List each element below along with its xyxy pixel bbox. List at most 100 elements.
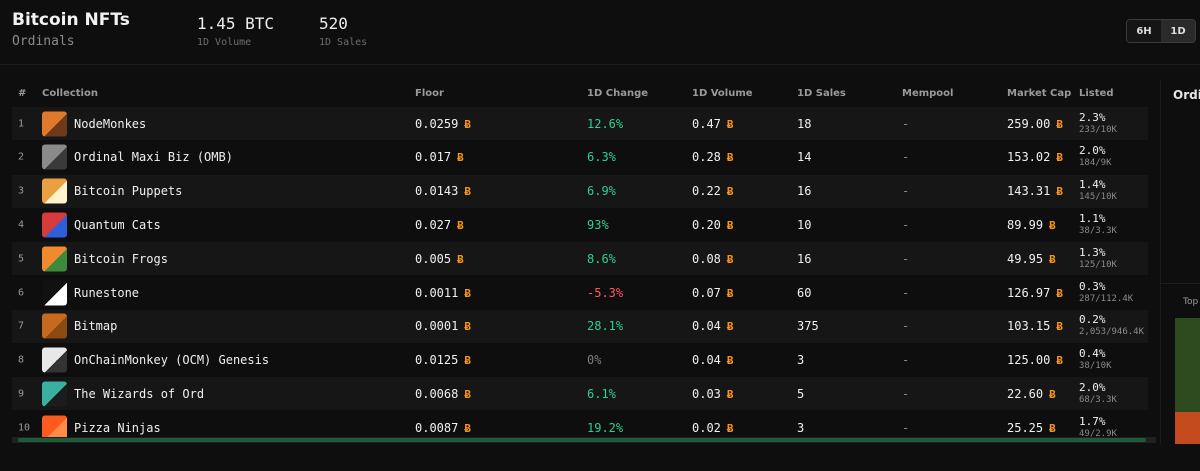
- mcap-value: 153.02: [1007, 150, 1051, 165]
- floor-value: 0.027: [415, 217, 452, 232]
- col-market-cap[interactable]: Market Cap: [1007, 88, 1071, 99]
- floor-cell: 0.005 Ƀ: [415, 252, 464, 266]
- btc-icon: Ƀ: [464, 185, 471, 199]
- btc-icon: Ƀ: [457, 218, 464, 232]
- horizontal-scrollbar-thumb[interactable]: [18, 438, 1146, 442]
- btc-icon: Ƀ: [1056, 151, 1063, 165]
- floor-value: 0.0125: [415, 353, 459, 368]
- col-1d-change[interactable]: 1D Change: [587, 88, 648, 99]
- volume-cell: 0.47 Ƀ: [692, 117, 734, 131]
- collection-thumbnail[interactable]: [42, 144, 67, 170]
- collection-name[interactable]: Pizza Ninjas: [74, 421, 161, 435]
- btc-icon: Ƀ: [1049, 218, 1056, 232]
- mempool-value: -: [902, 420, 910, 435]
- volume-stat-label: 1D Volume: [197, 37, 252, 48]
- time-range-toggle: 6H 1D: [1126, 19, 1196, 43]
- col-1d-sales[interactable]: 1D Sales: [797, 88, 846, 99]
- collection-name[interactable]: Runestone: [74, 286, 139, 300]
- collection-thumbnail[interactable]: [42, 246, 67, 272]
- volume-value: 0.04: [692, 353, 721, 368]
- floor-cell: 0.027 Ƀ: [415, 218, 464, 232]
- table-row[interactable]: 3 Bitcoin Puppets 0.0143 Ƀ 6.9% 0.22 Ƀ 16 - 143.3…: [12, 174, 1148, 208]
- listed-cell: 1.3% 125/10K: [1079, 246, 1117, 271]
- collection-thumbnail[interactable]: [42, 347, 67, 373]
- collection-name[interactable]: NodeMonkes: [74, 117, 146, 131]
- table-row[interactable]: 1 NodeMonkes 0.0259 Ƀ 12.6% 0.47 Ƀ 18 - 259.00 Ƀ 2.…: [12, 107, 1148, 140]
- volume-cell: 0.03 Ƀ: [692, 387, 734, 401]
- collection-thumbnail[interactable]: [42, 212, 67, 238]
- table-row[interactable]: 5 Bitcoin Frogs 0.005 Ƀ 8.6% 0.08 Ƀ 16 - 49.95 Ƀ 1.…: [12, 242, 1148, 276]
- col-1d-volume[interactable]: 1D Volume: [692, 88, 753, 99]
- col-floor[interactable]: Floor: [415, 88, 444, 99]
- btc-icon: Ƀ: [464, 320, 471, 334]
- col-listed[interactable]: Listed: [1079, 88, 1113, 99]
- floor-value: 0.0087: [415, 420, 459, 435]
- volume-value: 0.20: [692, 217, 721, 232]
- collection-name[interactable]: Bitmap: [74, 319, 117, 333]
- table-row[interactable]: 2 Ordinal Maxi Biz (OMB) 0.017 Ƀ 6.3% 0.28 Ƀ 14…: [12, 141, 1148, 174]
- row-rank: 2: [18, 151, 25, 163]
- table-row[interactable]: 8 OnChainMonkey (OCM) Genesis 0.0125 Ƀ 0% 0.0…: [12, 344, 1148, 377]
- col-collection[interactable]: Collection: [42, 88, 98, 99]
- mcap-value: 125.00: [1007, 353, 1051, 368]
- collection-thumbnail[interactable]: [42, 178, 67, 204]
- mcap-value: 259.00: [1007, 116, 1051, 131]
- collection-name[interactable]: Bitcoin Puppets: [74, 184, 182, 198]
- table-row[interactable]: 6 Runestone 0.0011 Ƀ -5.3% 0.07 Ƀ 60 - 126.97 Ƀ 0.3…: [12, 276, 1148, 309]
- mempool-value: -: [902, 184, 910, 199]
- listed-pct: 0.3%: [1079, 279, 1106, 293]
- collection-name[interactable]: Quantum Cats: [74, 218, 161, 232]
- change-value: 0%: [587, 353, 602, 368]
- btc-icon: Ƀ: [457, 252, 464, 266]
- listed-count: 184/9K: [1079, 158, 1112, 169]
- table-row[interactable]: 9 The Wizards of Ord 0.0068 Ƀ 6.1% 0.03 Ƀ 5 - 22.…: [12, 377, 1148, 411]
- collection-name[interactable]: Ordinal Maxi Biz (OMB): [74, 150, 233, 164]
- mcap-value: 126.97: [1007, 285, 1051, 300]
- mcap-cell: 126.97 Ƀ: [1007, 286, 1063, 300]
- listed-cell: 1.7% 49/2.9K: [1079, 415, 1117, 440]
- sales-value: 375: [797, 319, 819, 334]
- btc-icon: Ƀ: [1056, 354, 1063, 368]
- collection-thumbnail[interactable]: [42, 313, 67, 339]
- mcap-cell: 103.15 Ƀ: [1007, 319, 1063, 333]
- listed-count: 125/10K: [1079, 259, 1117, 270]
- listed-cell: 0.2% 2,053/946.4K: [1079, 313, 1144, 338]
- listed-pct: 2.0%: [1079, 380, 1106, 394]
- sales-value: 18: [797, 116, 812, 131]
- floor-cell: 0.0259 Ƀ: [415, 117, 471, 131]
- side-collection-art[interactable]: [1175, 412, 1200, 444]
- floor-cell: 0.0087 Ƀ: [415, 421, 471, 435]
- sales-value: 16: [797, 251, 812, 266]
- col-rank[interactable]: #: [18, 88, 26, 99]
- range-6h-button[interactable]: 6H: [1127, 20, 1161, 42]
- volume-value: 0.47: [692, 116, 721, 131]
- collection-thumbnail[interactable]: [42, 280, 67, 305]
- floor-cell: 0.0001 Ƀ: [415, 319, 471, 333]
- collection-name[interactable]: Bitcoin Frogs: [74, 252, 168, 266]
- floor-value: 0.005: [415, 251, 452, 266]
- btc-icon: Ƀ: [1049, 421, 1056, 435]
- collection-thumbnail[interactable]: [42, 381, 67, 407]
- listed-count: 68/3.3K: [1079, 394, 1117, 405]
- listed-count: 145/10K: [1079, 192, 1117, 203]
- page-header: Bitcoin NFTs Ordinals 1.45 BTC 1D Volume…: [0, 0, 1200, 64]
- table-row[interactable]: 4 Quantum Cats 0.027 Ƀ 93% 0.20 Ƀ 10 - 89.99 Ƀ 1.1%…: [12, 208, 1148, 241]
- floor-cell: 0.0068 Ƀ: [415, 387, 471, 401]
- col-mempool[interactable]: Mempool: [902, 88, 953, 99]
- collection-name[interactable]: OnChainMonkey (OCM) Genesis: [74, 353, 269, 367]
- side-collection-art[interactable]: [1175, 318, 1200, 422]
- sales-value: 10: [797, 217, 812, 232]
- btc-icon: Ƀ: [726, 218, 734, 232]
- listed-count: 2,053/946.4K: [1079, 327, 1145, 338]
- table-row[interactable]: 7 Bitmap 0.0001 Ƀ 28.1% 0.04 Ƀ 375 - 103.15 Ƀ 0.2% 2…: [12, 309, 1148, 343]
- collection-name[interactable]: The Wizards of Ord: [74, 387, 204, 401]
- collection-thumbnail[interactable]: [42, 111, 67, 136]
- listed-pct: 1.1%: [1079, 211, 1106, 225]
- range-1d-button[interactable]: 1D: [1161, 20, 1195, 42]
- btc-icon: Ƀ: [726, 117, 734, 131]
- btc-icon: Ƀ: [726, 320, 734, 334]
- change-value: 6.3%: [587, 150, 616, 165]
- row-rank: 1: [18, 118, 25, 129]
- volume-cell: 0.04 Ƀ: [692, 353, 734, 367]
- listed-pct: 1.4%: [1079, 178, 1106, 192]
